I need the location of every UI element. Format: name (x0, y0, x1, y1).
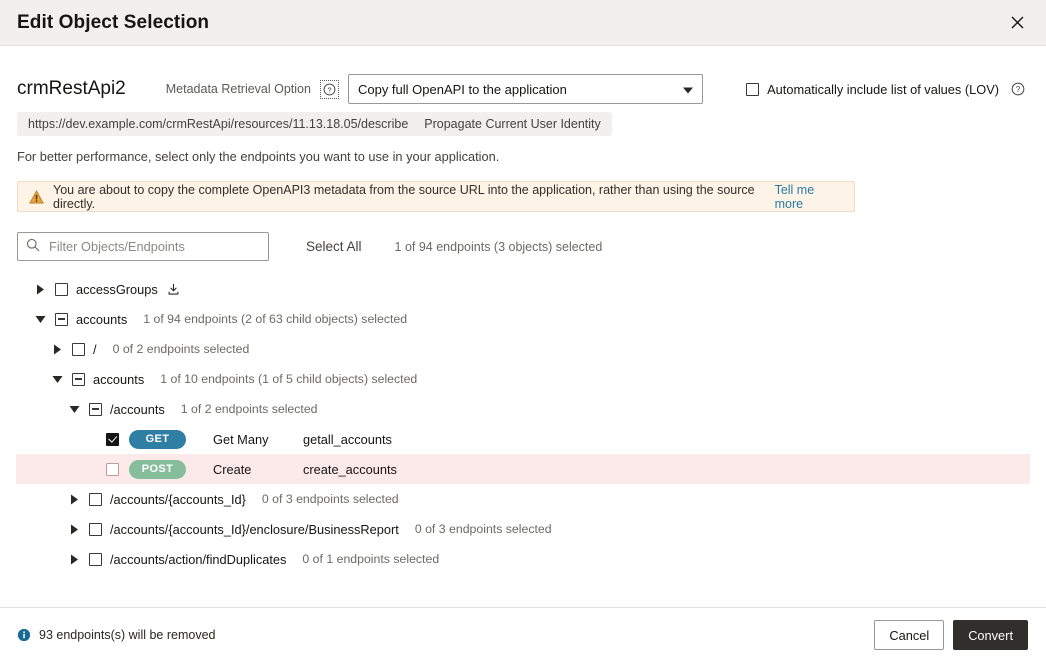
close-icon (1011, 16, 1024, 29)
tree-node-label: / (93, 341, 97, 357)
caret-down-icon[interactable] (66, 401, 82, 417)
source-url-text: https://dev.example.com/crmRestApi/resou… (28, 117, 409, 131)
operation-id: getall_accounts (303, 431, 392, 447)
tree-node-row[interactable]: /accounts/{accounts_Id}/enclosure/Busine… (16, 514, 1030, 544)
operation-id: create_accounts (303, 461, 397, 477)
convert-button[interactable]: Convert (953, 620, 1028, 650)
warning-banner: You are about to copy the complete OpenA… (17, 181, 855, 212)
metadata-options-row: crmRestApi2 Metadata Retrieval Option ? … (17, 46, 1029, 108)
tree-node-checkbox[interactable] (106, 462, 119, 476)
identity-text: Propagate Current User Identity (424, 117, 601, 131)
tree-node-checkbox[interactable] (72, 372, 85, 386)
tree-node-row[interactable]: /accounts 1 of 2 endpoints selected (16, 394, 1030, 424)
tree-node-count: 0 of 1 endpoints selected (302, 552, 440, 566)
source-url-row: https://dev.example.com/crmRestApi/resou… (17, 112, 1029, 136)
tree-node-checkbox[interactable] (89, 492, 102, 506)
removal-note: 93 endpoints(s) will be removed (17, 628, 215, 642)
metadata-option-label: Metadata Retrieval Option (165, 82, 311, 96)
select-all-link[interactable]: Select All (306, 239, 362, 254)
tree-node-checkbox[interactable] (55, 312, 68, 326)
tree-node-checkbox[interactable] (72, 342, 85, 356)
tell-me-more-link[interactable]: Tell me more (775, 183, 843, 211)
tree-node-label: accounts (76, 311, 128, 327)
tree-node-checkbox[interactable] (55, 282, 68, 296)
tree-node-checkbox[interactable] (89, 552, 102, 566)
tree-node-count: 0 of 2 endpoints selected (112, 342, 250, 356)
endpoint-row[interactable]: GET Get Many getall_accounts (16, 424, 1030, 454)
warning-triangle-icon (29, 189, 44, 204)
tree-node-label: /accounts/{accounts_Id}/enclosure/Busine… (110, 521, 399, 537)
svg-text:?: ? (1015, 85, 1020, 94)
dialog-footer: 93 endpoints(s) will be removed Cancel C… (0, 607, 1046, 662)
caret-right-icon[interactable] (66, 491, 82, 507)
close-button[interactable] (1004, 10, 1030, 36)
cancel-button[interactable]: Cancel (874, 620, 945, 650)
caret-right-icon[interactable] (66, 551, 82, 567)
tree-node-count: 1 of 10 endpoints (1 of 5 child objects)… (160, 372, 418, 386)
dialog-body: crmRestApi2 Metadata Retrieval Option ? … (0, 46, 1046, 607)
lov-checkbox-label: Automatically include list of values (LO… (767, 81, 999, 97)
caret-right-icon[interactable] (49, 341, 65, 357)
lov-option: Automatically include list of values (LO… (746, 80, 1029, 99)
lov-checkbox[interactable] (746, 82, 760, 96)
tree-node-label: accessGroups (76, 281, 158, 297)
search-icon (26, 238, 40, 255)
search-box[interactable] (17, 232, 269, 261)
svg-text:?: ? (327, 85, 331, 94)
filter-row: Select All 1 of 94 endpoints (3 objects)… (17, 232, 1029, 261)
api-name: crmRestApi2 (17, 78, 126, 99)
tree-node-count: 1 of 94 endpoints (2 of 63 child objects… (143, 312, 408, 326)
tree-node-label: accounts (93, 371, 145, 387)
tree-node-checkbox[interactable] (89, 402, 102, 416)
tree-node-row[interactable]: /accounts/action/findDuplicates 0 of 1 en… (16, 544, 1030, 574)
tree-node-row[interactable]: / 0 of 2 endpoints selected (16, 334, 1030, 364)
page-title: Edit Object Selection (17, 11, 210, 33)
tree-node-row[interactable]: accounts 1 of 94 endpoints (2 of 63 child… (16, 304, 1030, 334)
tree-node-label: /accounts/action/findDuplicates (110, 551, 287, 567)
caret-right-icon[interactable] (66, 521, 82, 537)
download-icon[interactable] (167, 283, 180, 296)
source-url-chip[interactable]: https://dev.example.com/crmRestApi/resou… (17, 112, 612, 136)
operation-name: Create (213, 461, 252, 477)
selection-summary: 1 of 94 endpoints (3 objects) selected (394, 239, 603, 254)
help-circle-icon[interactable]: ? (319, 79, 339, 99)
search-input[interactable] (47, 238, 260, 255)
tree-node-checkbox[interactable] (106, 432, 119, 446)
http-method-badge: GET (129, 429, 186, 449)
metadata-option-select[interactable]: Copy full OpenAPI to the application (347, 74, 703, 104)
operation-name: Get Many (213, 431, 269, 447)
tree-node-count: 0 of 3 endpoints selected (414, 522, 552, 536)
footer-buttons: Cancel Convert (874, 620, 1028, 650)
tree-node-row[interactable]: accessGroups (16, 274, 1030, 304)
metadata-option-select-wrapper: Copy full OpenAPI to the application (347, 74, 703, 104)
info-circle-icon (17, 628, 31, 642)
tree-node-checkbox[interactable] (89, 522, 102, 536)
caret-right-icon[interactable] (32, 281, 48, 297)
tree-node-count: 0 of 3 endpoints selected (261, 492, 399, 506)
endpoint-tree: accessGroups accounts 1 of 94 endpoints (2… (16, 274, 1030, 574)
removal-note-text: 93 endpoints(s) will be removed (39, 628, 216, 642)
caret-down-icon[interactable] (32, 311, 48, 327)
caret-down-icon[interactable] (49, 371, 65, 387)
lov-help-circle-icon[interactable]: ? (1008, 80, 1027, 99)
tree-node-row[interactable]: /accounts/{accounts_Id} 0 of 3 endpoints … (16, 484, 1030, 514)
tree-node-count: 1 of 2 endpoints selected (180, 402, 318, 416)
warning-text: You are about to copy the complete OpenA… (53, 182, 755, 211)
tree-node-label: /accounts (110, 401, 165, 417)
http-method-badge: POST (129, 459, 186, 479)
dialog-header: Edit Object Selection (0, 0, 1046, 46)
performance-hint: For better performance, select only the … (17, 149, 500, 164)
endpoint-row[interactable]: POST Create create_accounts (16, 454, 1030, 484)
tree-node-row[interactable]: accounts 1 of 10 endpoints (1 of 5 child … (16, 364, 1030, 394)
tree-node-label: /accounts/{accounts_Id} (110, 491, 246, 507)
